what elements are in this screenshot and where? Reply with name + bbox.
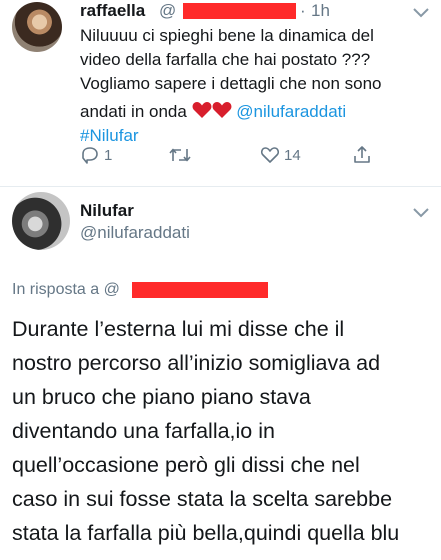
tweet-line: Vogliamo sapere i dettagli che non sono: [80, 74, 382, 93]
tweet-line: caso in sui fosse stata la scelta sarebb…: [12, 487, 393, 511]
tweet-line: Durante l’esterna lui mi disse che il: [12, 317, 345, 341]
tweet-actions: 1 14: [0, 146, 441, 168]
like-button[interactable]: 14: [260, 146, 301, 164]
author-name[interactable]: Nilufar: [80, 201, 134, 221]
tweet-line: Niluuuu ci spieghi bene la dinamica del: [80, 26, 374, 45]
tweet-text: Durante l’esterna lui mi disse che il no…: [12, 312, 437, 550]
reply-button[interactable]: 1: [80, 146, 112, 164]
retweet-icon: [169, 148, 191, 162]
like-count: 14: [284, 146, 301, 164]
avatar-raffaella[interactable]: [12, 2, 62, 52]
red-heart-emoji: [212, 102, 232, 118]
red-heart-emoji: [192, 102, 212, 118]
redaction-bar: [183, 3, 296, 19]
tweet-line: quell’occasione però gli dissi che nel: [12, 453, 360, 477]
author-name[interactable]: raffaella: [80, 1, 145, 21]
mention-link[interactable]: @nilufaraddati: [236, 102, 346, 121]
share-icon: [354, 146, 370, 163]
tweet-text-fragment: andati in onda: [80, 102, 187, 121]
in-reply-to-label[interactable]: In risposta a @: [12, 281, 120, 299]
timestamp[interactable]: 1h: [311, 1, 330, 21]
tweet-line: andati in onda @nilufaraddati: [80, 100, 420, 124]
share-button[interactable]: [352, 145, 372, 165]
separator-dot: ·: [300, 1, 306, 20]
tweet-line: video della farfalla che hai postato ???: [80, 50, 371, 69]
author-handle[interactable]: @nilufaraddati: [80, 223, 190, 243]
like-icon: [260, 147, 280, 163]
tweet-line: un bruco che piano piano stava: [12, 385, 311, 409]
reply-count: 1: [104, 146, 113, 164]
retweet-button[interactable]: [168, 146, 196, 164]
tweet-text: Niluuuu ci spieghi bene la dinamica del …: [80, 24, 420, 148]
divider: [0, 186, 441, 187]
redaction-bar: [132, 282, 268, 298]
chevron-down-icon[interactable]: [413, 208, 429, 218]
avatar-nilufar[interactable]: [12, 192, 70, 250]
tweet-line: nostro percorso all’inizio somigliava ad: [12, 351, 381, 375]
chevron-down-icon[interactable]: [413, 8, 429, 18]
author-handle[interactable]: @: [159, 1, 176, 21]
reply-icon: [82, 147, 98, 164]
tweet-line: diventando una farfalla,io in: [12, 419, 275, 443]
tweet-line: stata la farfalla più bella,quindi quell…: [12, 521, 400, 545]
